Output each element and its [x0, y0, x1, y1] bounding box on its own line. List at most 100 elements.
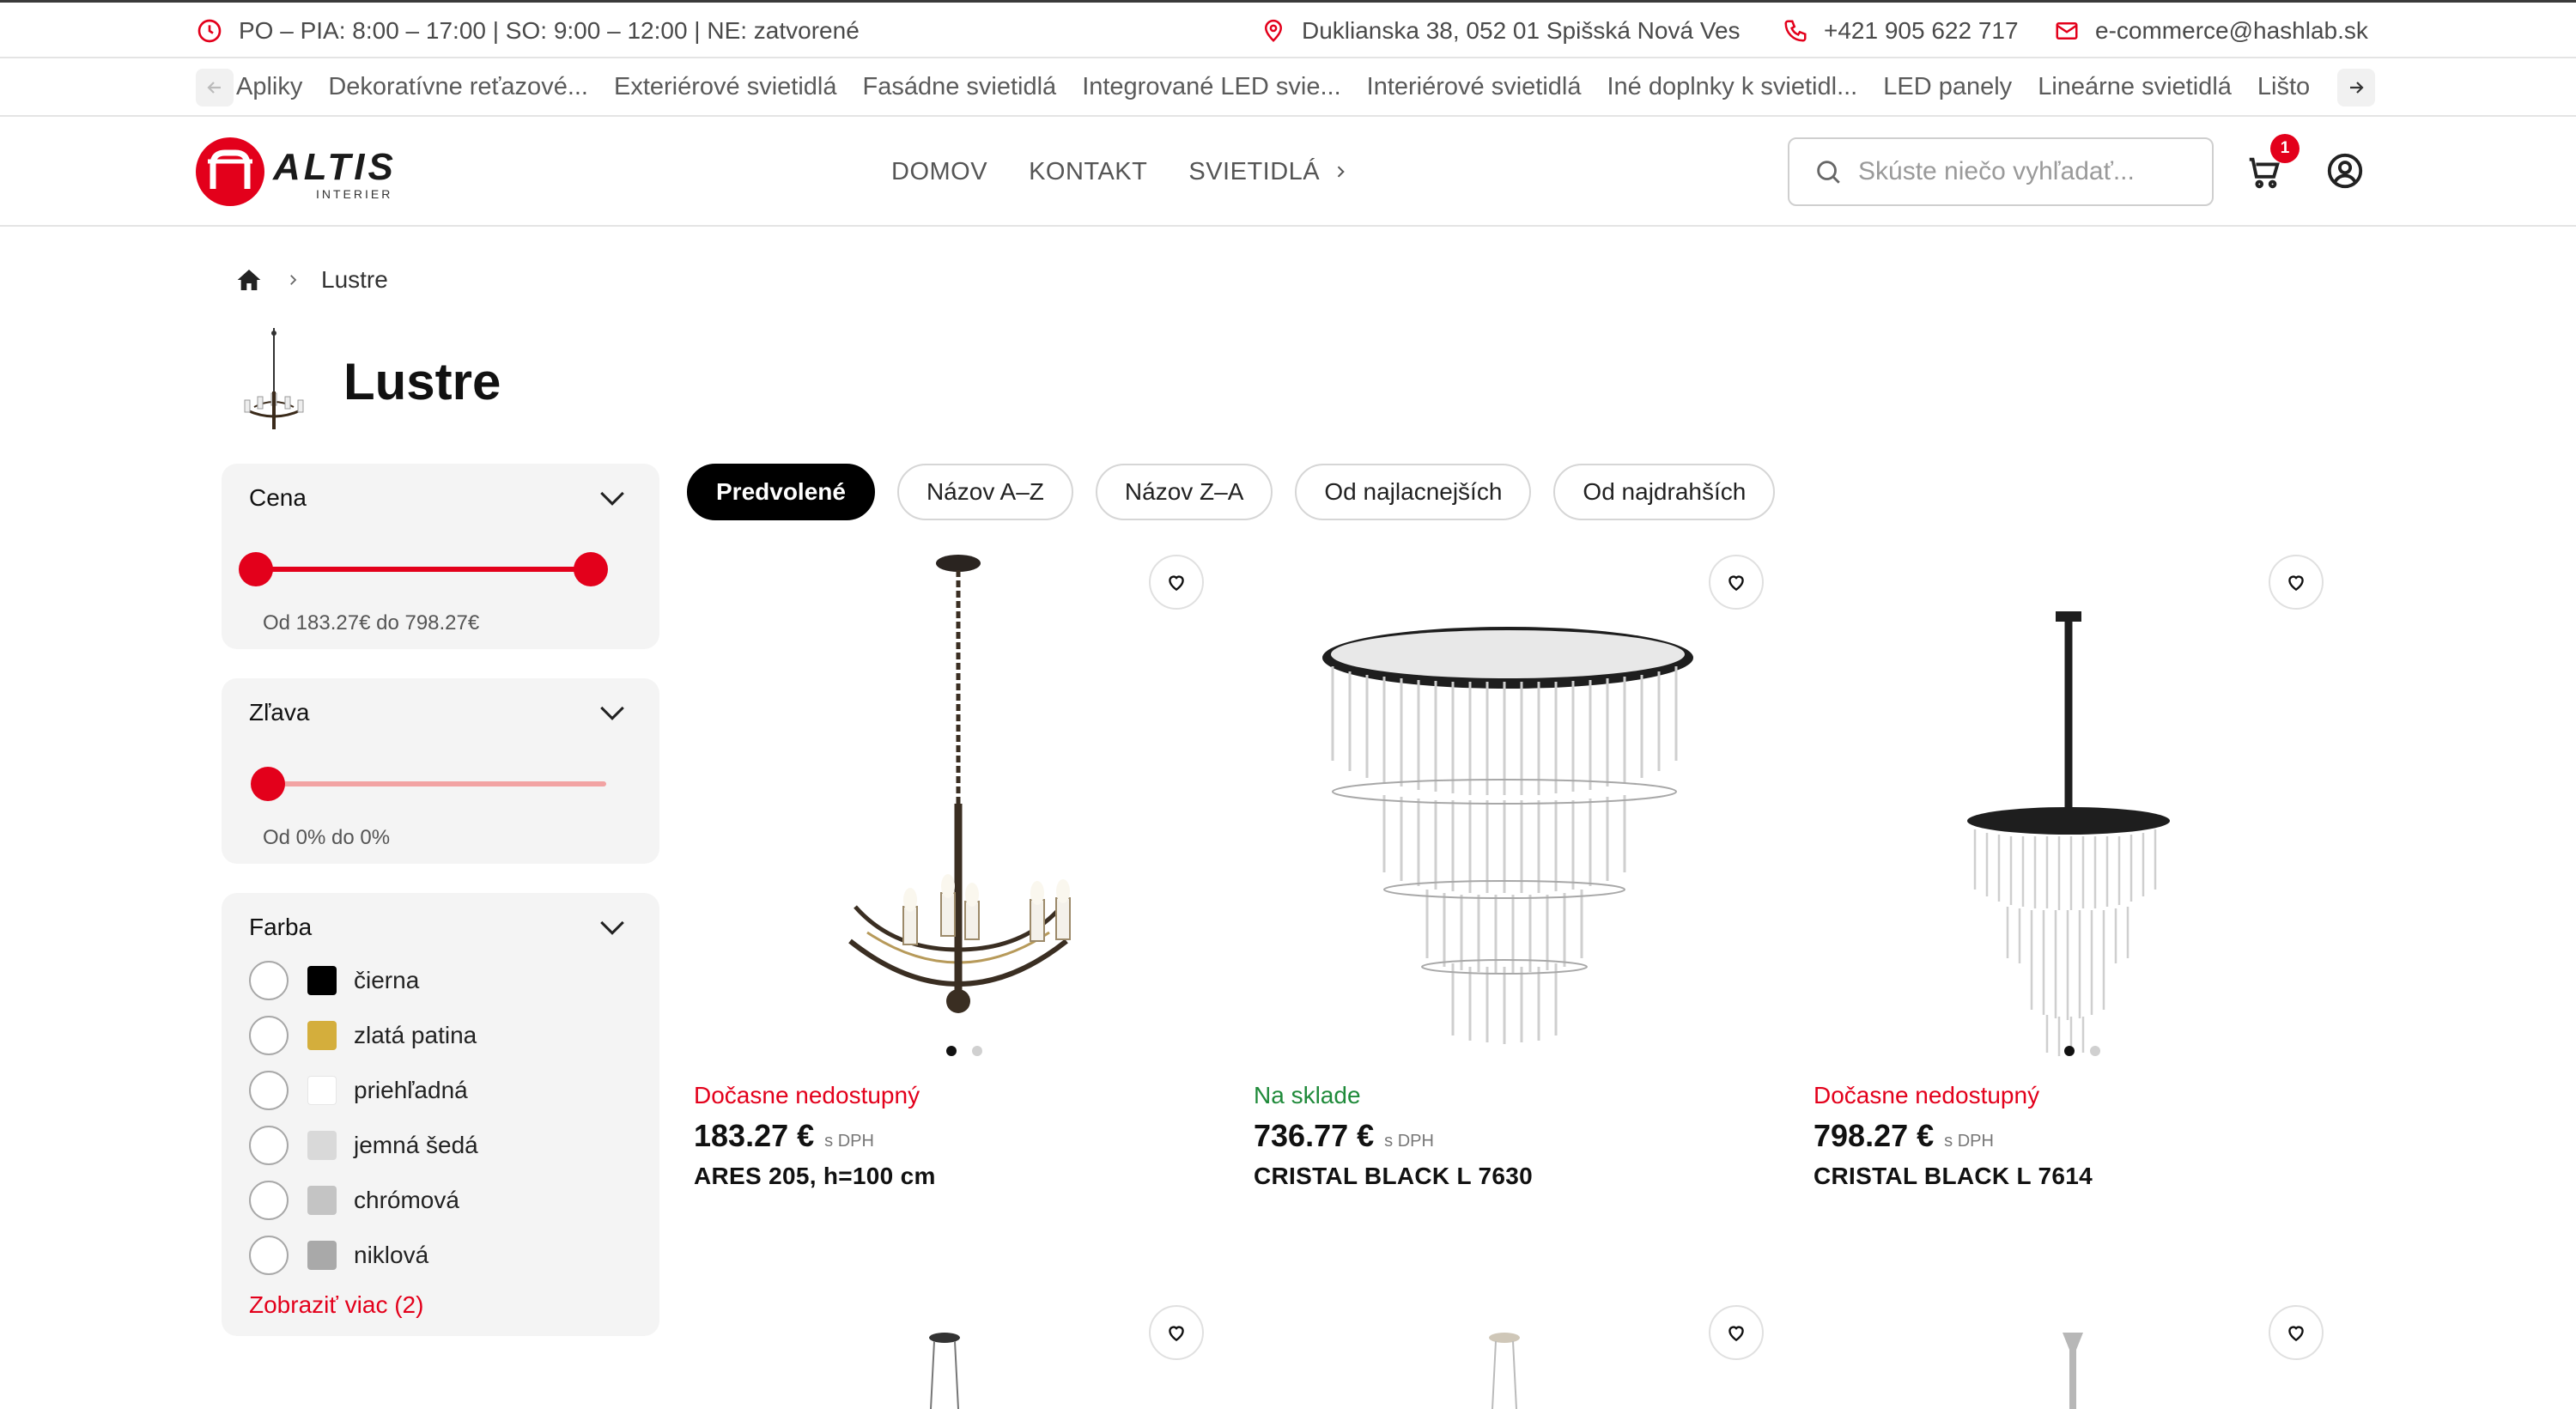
- arrow-right-icon: [2350, 82, 2364, 94]
- email-link[interactable]: e-commerce@hashlab.sk: [2054, 3, 2368, 59]
- color-swatch: [307, 1021, 337, 1050]
- price-max-handle[interactable]: [574, 552, 608, 586]
- product-image[interactable]: [687, 546, 1236, 1061]
- address-text: Duklianska 38, 052 01 Spišská Nová Ves: [1302, 17, 1741, 44]
- category-link[interactable]: Fasádne svietidlá: [863, 58, 1057, 115]
- product-card[interactable]: Dočasne nedostupný 183.27 € s DPH ARES 2…: [687, 546, 1236, 1216]
- category-link[interactable]: Lineárne svietidlá: [2038, 58, 2232, 115]
- altis-logo[interactable]: ALTIS INTERIER: [196, 136, 445, 208]
- color-swatch: [307, 966, 337, 995]
- wishlist-button[interactable]: [1149, 1305, 1204, 1360]
- product-image[interactable]: [1807, 546, 2356, 1061]
- heart-icon: [1169, 575, 1184, 592]
- sort-options: Predvolené Názov A–Z Názov Z–A Od najlac…: [687, 464, 1797, 520]
- nav-home[interactable]: DOMOV: [891, 158, 987, 186]
- radio-button[interactable]: [249, 1016, 289, 1055]
- carousel-dot[interactable]: [972, 1046, 982, 1056]
- wishlist-button[interactable]: [1709, 1305, 1764, 1360]
- carousel-dot[interactable]: [946, 1046, 957, 1056]
- product-card[interactable]: [1247, 1297, 1796, 1409]
- chevron-down-icon[interactable]: [598, 917, 627, 939]
- home-icon[interactable]: [235, 266, 263, 294]
- color-swatch: [307, 1241, 337, 1270]
- wishlist-button[interactable]: [2269, 1305, 2324, 1360]
- category-link[interactable]: Exteriérové svietidlá: [614, 58, 837, 115]
- category-link[interactable]: Lišto: [2257, 58, 2310, 115]
- email-text: e-commerce@hashlab.sk: [2095, 17, 2368, 44]
- radio-button[interactable]: [249, 961, 289, 1000]
- color-option-chrome[interactable]: chrómová: [249, 1180, 459, 1221]
- color-option-light-grey[interactable]: jemná šedá: [249, 1125, 478, 1166]
- price-value: 736.77 €: [1254, 1118, 1375, 1153]
- category-link[interactable]: Apliky: [236, 58, 302, 115]
- product-price: 736.77 € s DPH: [1254, 1118, 1434, 1154]
- sort-price-asc-button[interactable]: Od najlacnejších: [1295, 464, 1532, 520]
- account-button[interactable]: [2325, 151, 2365, 195]
- category-link[interactable]: Iné doplnky k svietidl...: [1607, 58, 1857, 115]
- sort-price-desc-button[interactable]: Od najdrahších: [1553, 464, 1776, 520]
- discount-slider-track[interactable]: [254, 781, 606, 786]
- radio-button[interactable]: [249, 1126, 289, 1165]
- breadcrumb: Lustre: [235, 263, 388, 297]
- discount-handle[interactable]: [251, 767, 285, 801]
- category-scroll-left-button[interactable]: [196, 69, 234, 106]
- carousel-dot[interactable]: [2064, 1046, 2075, 1056]
- category-list: Apliky Dekoratívne reťazové... Exteriérové…: [236, 58, 2331, 117]
- category-link[interactable]: Interiérové svietidlá: [1367, 58, 1582, 115]
- sort-name-asc-button[interactable]: Názov A–Z: [896, 464, 1073, 520]
- product-card[interactable]: Dočasne nedostupný 798.27 € s DPH CRISTA…: [1807, 546, 2356, 1216]
- product-name[interactable]: ARES 205, h=100 cm: [694, 1163, 936, 1190]
- color-label: jemná šedá: [354, 1132, 478, 1158]
- price-slider-track[interactable]: [254, 567, 589, 572]
- phone-icon: [1784, 20, 1807, 42]
- availability-status: Dočasne nedostupný: [694, 1082, 920, 1108]
- sort-name-desc-button[interactable]: Názov Z–A: [1095, 464, 1273, 520]
- wishlist-button[interactable]: [1709, 555, 1764, 610]
- category-scroll-right-button[interactable]: [2337, 69, 2375, 106]
- nav-lights[interactable]: SVIETIDLÁ: [1188, 158, 1349, 186]
- radio-button[interactable]: [249, 1236, 289, 1275]
- discount-filter: Zľava Od 0% do 0%: [222, 678, 659, 864]
- phone-link[interactable]: +421 905 622 717: [1783, 3, 2019, 59]
- color-option-nickel[interactable]: niklová: [249, 1235, 428, 1276]
- search-box[interactable]: [1788, 137, 2214, 206]
- color-swatch: [307, 1131, 337, 1160]
- product-price: 798.27 € s DPH: [1814, 1118, 1994, 1154]
- color-option-gold-patina[interactable]: zlatá patina: [249, 1015, 477, 1056]
- mail-icon: [2056, 22, 2078, 39]
- price-min-handle[interactable]: [239, 552, 273, 586]
- opening-hours: PO – PIA: 8:00 – 17:00 | SO: 9:00 – 12:0…: [196, 3, 860, 59]
- chevron-down-icon[interactable]: [598, 702, 627, 725]
- phone-text: +421 905 622 717: [1824, 17, 2019, 44]
- radio-button[interactable]: [249, 1071, 289, 1110]
- page-title: Lustre: [343, 353, 501, 410]
- category-link[interactable]: Dekoratívne reťazové...: [328, 58, 588, 115]
- nav-contact[interactable]: KONTAKT: [1029, 158, 1147, 186]
- product-card[interactable]: Na sklade 736.77 € s DPH CRISTAL BLACK L…: [1247, 546, 1796, 1216]
- site-header: ALTIS INTERIER DOMOV KONTAKT SVIETIDLÁ 1: [0, 117, 2576, 227]
- product-card[interactable]: [1807, 1297, 2356, 1409]
- wishlist-button[interactable]: [2269, 555, 2324, 610]
- search-input[interactable]: [1858, 157, 2184, 186]
- opening-hours-text: PO – PIA: 8:00 – 17:00 | SO: 9:00 – 12:0…: [239, 17, 860, 44]
- store-address[interactable]: Duklianska 38, 052 01 Spišská Nová Ves: [1261, 3, 1741, 59]
- image-carousel-dots: [2064, 1046, 2116, 1056]
- logo-subtitle: INTERIER: [316, 187, 393, 201]
- radio-button[interactable]: [249, 1181, 289, 1220]
- product-name[interactable]: CRISTAL BLACK L 7614: [1814, 1163, 2093, 1190]
- category-link[interactable]: LED panely: [1883, 58, 2012, 115]
- main-nav: DOMOV KONTAKT SVIETIDLÁ: [891, 117, 1390, 227]
- product-name[interactable]: CRISTAL BLACK L 7630: [1254, 1163, 1533, 1190]
- color-option-transparent[interactable]: priehľadná: [249, 1070, 468, 1111]
- show-more-colors-link[interactable]: Zobraziť viac (2): [249, 1291, 423, 1319]
- product-image[interactable]: [1247, 546, 1796, 1061]
- category-link[interactable]: Integrované LED svie...: [1082, 58, 1340, 115]
- color-option-black[interactable]: čierna: [249, 960, 419, 1001]
- product-card[interactable]: [687, 1297, 1236, 1409]
- color-swatch: [307, 1076, 337, 1105]
- sort-default-button[interactable]: Predvolené: [687, 464, 875, 520]
- vat-note: s DPH: [824, 1132, 874, 1151]
- wishlist-button[interactable]: [1149, 555, 1204, 610]
- carousel-dot[interactable]: [2090, 1046, 2100, 1056]
- chevron-down-icon[interactable]: [598, 488, 627, 510]
